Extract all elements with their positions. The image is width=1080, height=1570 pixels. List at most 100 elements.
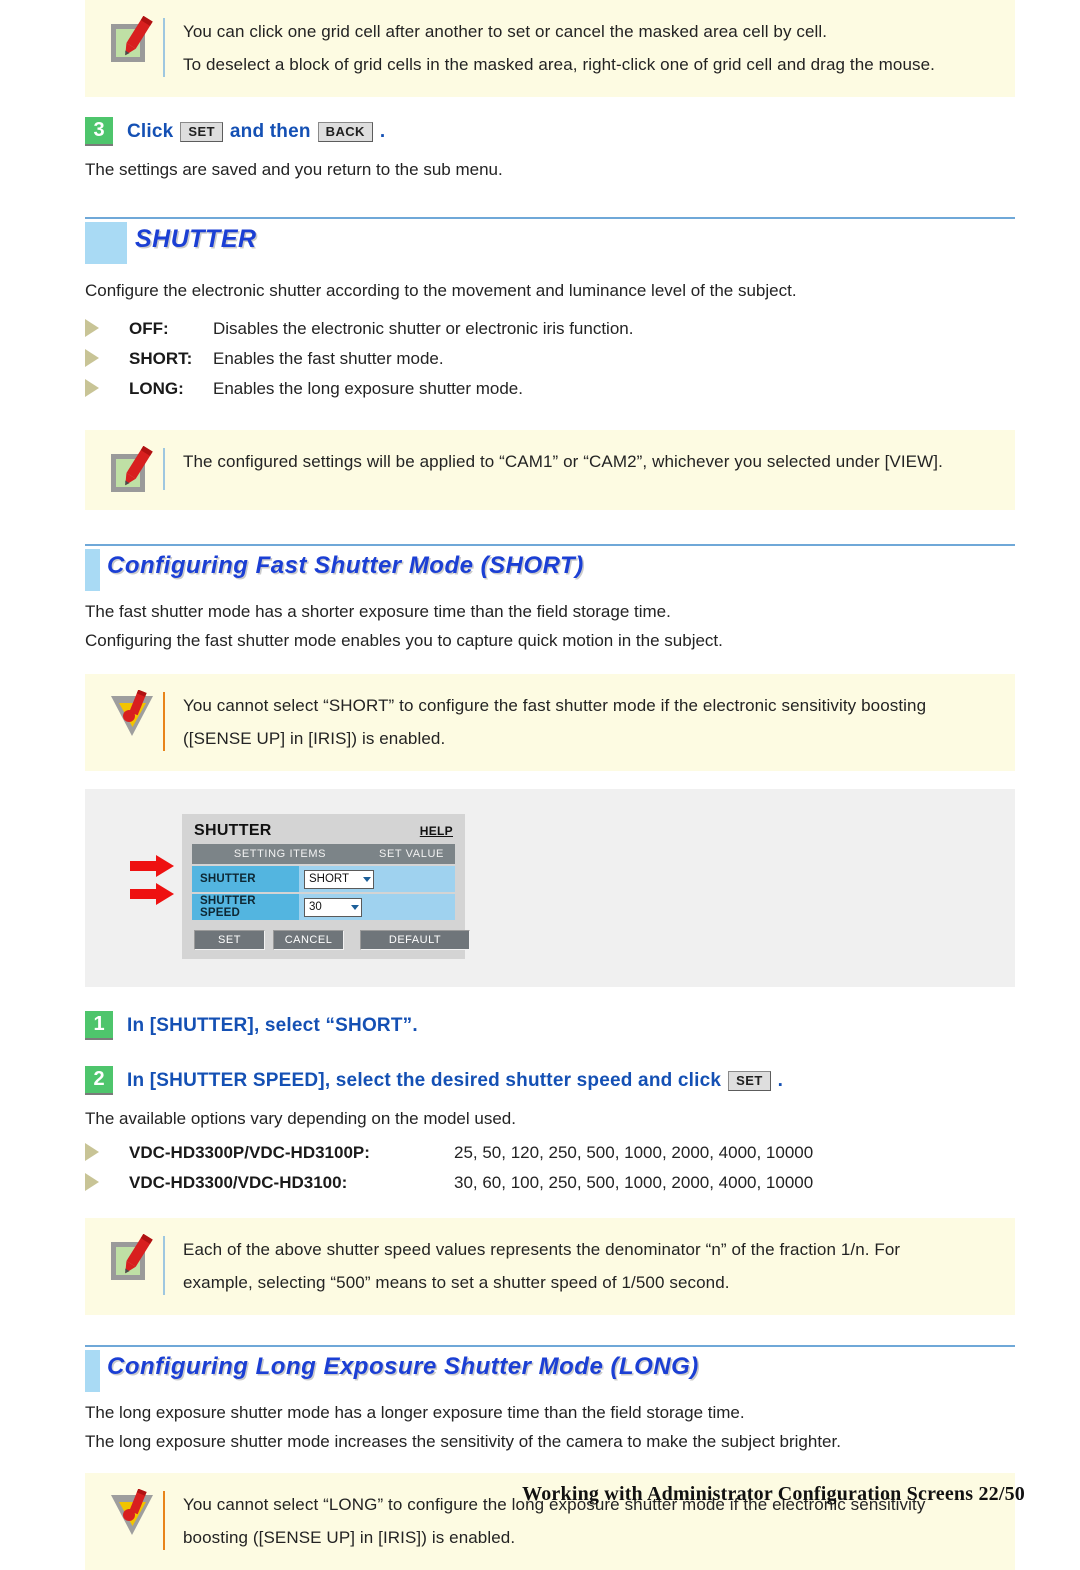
note-line: Each of the above shutter speed values r… <box>183 1240 901 1259</box>
help-link[interactable]: HELP <box>420 824 453 838</box>
shutter-option-list: OFF: Disables the electronic shutter or … <box>85 314 1025 404</box>
step-3-text: Click SET and then BACK . <box>127 121 385 143</box>
list-item: OFF: Disables the electronic shutter or … <box>85 314 1025 344</box>
heading-swatch <box>85 222 127 264</box>
annotation-arrow-icon <box>130 883 178 905</box>
heading-swatch <box>85 1350 100 1392</box>
note-pencil-icon <box>101 444 163 494</box>
step-2: 2 In [SHUTTER SPEED], select the desired… <box>85 1066 1025 1095</box>
note-line: You can click one grid cell after anothe… <box>183 22 828 41</box>
shutter-select[interactable]: SHORT <box>304 869 374 889</box>
panel-default-button[interactable]: DEFAULT <box>360 930 470 950</box>
section-title: Configuring Long Exposure Shutter Mode (… <box>107 1353 699 1380</box>
row-label-shutter-speed: SHUTTER SPEED <box>192 894 299 920</box>
short-para-1: The fast shutter mode has a shorter expo… <box>85 602 671 621</box>
step-number-badge: 2 <box>85 1066 113 1095</box>
option-term: OFF: <box>129 319 169 338</box>
model-values: 25, 50, 120, 250, 500, 1000, 2000, 4000,… <box>454 1143 814 1162</box>
note-pencil-icon-svg <box>111 1234 153 1280</box>
model-values: 30, 60, 100, 250, 500, 1000, 2000, 4000,… <box>454 1173 814 1192</box>
step-3-description: The settings are saved and you return to… <box>85 160 503 179</box>
shutter-select-value: SHORT <box>309 873 350 885</box>
heading-swatch <box>85 549 100 591</box>
set-button[interactable]: SET <box>728 1070 771 1091</box>
panel-set-button[interactable]: SET <box>194 930 265 950</box>
step-2-text: In [SHUTTER SPEED], select the desired s… <box>127 1070 783 1092</box>
model-options-list: VDC-HD3300P/VDC-HD3100P: 25, 50, 120, 25… <box>85 1138 1025 1198</box>
page-footer: Working with Administrator Configuration… <box>522 1483 1025 1505</box>
back-button[interactable]: BACK <box>317 121 373 142</box>
callout-divider <box>163 692 165 751</box>
caution-line: ([SENSE UP] in [IRIS]) is enabled. <box>183 729 446 748</box>
caution-triangle-icon <box>101 1487 163 1539</box>
caution-line: boosting ([SENSE UP] in [IRIS]) is enabl… <box>183 1528 516 1547</box>
note-line: To deselect a block of grid cells in the… <box>183 55 935 74</box>
note-pencil-icon-svg <box>111 16 153 62</box>
row-value-cell: 30 <box>299 897 455 917</box>
chevron-down-icon <box>351 904 359 910</box>
long-para-1: The long exposure shutter mode has a lon… <box>85 1403 745 1422</box>
callout-divider <box>163 1236 165 1295</box>
triangle-bullet-icon <box>85 379 113 397</box>
camera-panel-titlebar: SHUTTER HELP <box>192 822 455 844</box>
caution-triangle-icon <box>101 688 163 740</box>
set-button[interactable]: SET <box>180 121 223 142</box>
note-pencil-icon-svg <box>111 446 153 492</box>
step-number-badge: 3 <box>85 117 113 146</box>
column-header-setting-items: SETTING ITEMS <box>233 848 327 860</box>
option-term: SHORT: <box>129 349 193 368</box>
figure-shutter-screen: SHUTTER HELP SETTING ITEMS SET VALUE SHU… <box>85 789 1015 987</box>
step-3: 3 Click SET and then BACK . <box>85 117 1025 146</box>
model-term: VDC-HD3300P/VDC-HD3100P: <box>129 1143 370 1162</box>
list-item: LONG: Enables the long exposure shutter … <box>85 374 1025 404</box>
list-item: SHORT: Enables the fast shutter mode. <box>85 344 1025 374</box>
camera-table-header: SETTING ITEMS SET VALUE <box>192 844 455 864</box>
short-para-2: Configuring the fast shutter mode enable… <box>85 631 723 650</box>
shutter-intro: Configure the electronic shutter accordi… <box>85 281 797 300</box>
step-3-text-middle: and then <box>229 120 311 142</box>
note-pencil-icon <box>101 14 163 64</box>
note-line: The configured settings will be applied … <box>183 452 943 471</box>
step-number-badge: 1 <box>85 1011 113 1040</box>
table-row: SHUTTER SHORT <box>192 866 455 892</box>
annotation-arrow-icon <box>130 855 178 877</box>
step-1: 1 In [SHUTTER], select “SHORT”. <box>85 1011 1025 1040</box>
shutter-speed-select[interactable]: 30 <box>304 897 362 917</box>
triangle-bullet-icon <box>85 319 113 337</box>
section-heading-long: Configuring Long Exposure Shutter Mode (… <box>85 1345 1015 1395</box>
note-line: example, selecting “500” means to set a … <box>183 1273 730 1292</box>
step-3-text-before: Click <box>127 120 174 142</box>
shutter-speed-select-value: 30 <box>309 901 322 913</box>
camera-panel-title: SHUTTER <box>194 822 272 839</box>
caution-callout-short: You cannot select “SHORT” to configure t… <box>85 674 1015 771</box>
caution-triangle-icon-svg <box>111 1489 153 1535</box>
triangle-bullet-icon <box>85 1143 113 1161</box>
callout-divider <box>163 18 165 77</box>
caution-callout-body: You cannot select “SHORT” to configure t… <box>183 688 997 755</box>
section-heading-short: Configuring Fast Shutter Mode (SHORT) <box>85 544 1015 594</box>
step-2-text-after: . <box>777 1069 784 1091</box>
camera-config-panel: SHUTTER HELP SETTING ITEMS SET VALUE SHU… <box>182 814 470 959</box>
step-3-text-after: . <box>379 120 386 142</box>
caution-line: You cannot select “SHORT” to configure t… <box>183 696 927 715</box>
chevron-down-icon <box>363 876 371 882</box>
camera-panel-buttons: SET CANCEL DEFAULT <box>192 930 470 950</box>
long-para-2: The long exposure shutter mode increases… <box>85 1432 841 1451</box>
row-value-cell: SHORT <box>299 869 455 889</box>
step-2-text-before: In [SHUTTER SPEED], select the desired s… <box>127 1069 722 1091</box>
model-term: VDC-HD3300/VDC-HD3100: <box>129 1173 348 1192</box>
column-header-set-value: SET VALUE <box>379 848 444 860</box>
option-term: LONG: <box>129 379 184 398</box>
step-1-text: In [SHUTTER], select “SHORT”. <box>127 1014 418 1036</box>
table-row: SHUTTER SPEED 30 <box>192 894 455 920</box>
option-desc: Enables the long exposure shutter mode. <box>213 379 523 398</box>
note-callout-body: The configured settings will be applied … <box>183 444 997 478</box>
note-callout-view: The configured settings will be applied … <box>85 430 1015 510</box>
panel-cancel-button[interactable]: CANCEL <box>273 930 344 950</box>
note-callout-body: You can click one grid cell after anothe… <box>183 14 997 81</box>
callout-divider <box>163 448 165 490</box>
note-callout-denominator: Each of the above shutter speed values r… <box>85 1218 1015 1315</box>
section-heading-shutter: SHUTTER <box>85 217 1015 267</box>
triangle-bullet-icon <box>85 349 113 367</box>
callout-divider <box>163 1491 165 1550</box>
